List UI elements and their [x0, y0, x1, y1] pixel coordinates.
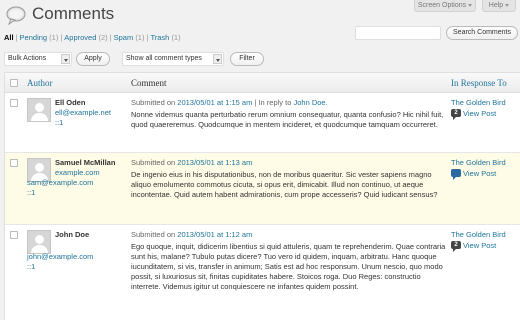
apply-button[interactable]: Apply: [76, 52, 110, 66]
filter-all[interactable]: All: [4, 33, 14, 42]
view-post-link[interactable]: View Post: [463, 169, 496, 178]
submitted-prefix: Submitted on: [131, 158, 178, 167]
reply-to-link[interactable]: John Doe.: [293, 98, 327, 107]
row-checkbox[interactable]: [10, 231, 18, 239]
submitted-prefix: Submitted on: [131, 98, 178, 107]
filter-approved-count: (2): [98, 33, 108, 42]
search-comments-button[interactable]: Search Comments: [446, 26, 518, 40]
filter-separator: |: [15, 33, 18, 42]
filter-spam-count: (1): [135, 33, 145, 42]
comment-count-badge[interactable]: 2: [451, 109, 461, 120]
chevron-down-icon: [61, 54, 70, 64]
comment-date-link[interactable]: 2013/05/01 at 1:13 am: [177, 158, 252, 167]
author-email-link[interactable]: sam@example.com: [27, 178, 93, 187]
avatar: [27, 98, 51, 122]
filter-separator: |: [60, 33, 63, 42]
author-url-link[interactable]: example.com: [55, 168, 100, 177]
response-post-link[interactable]: The Golden Bird: [451, 230, 506, 239]
chevron-down-icon: [213, 54, 222, 64]
avatar-head: [35, 235, 44, 244]
filter-trash[interactable]: Trash (1): [150, 33, 180, 42]
filter-trash-label: Trash: [150, 33, 170, 42]
submitted-info: Submitted on 2013/05/01 at 1:12 am: [131, 230, 252, 239]
screen-options-button[interactable]: Screen Options: [414, 0, 476, 12]
row-checkbox[interactable]: [10, 159, 18, 167]
select-all-checkbox[interactable]: [10, 79, 18, 87]
filter-button[interactable]: Filter: [230, 52, 264, 66]
help-label: Help: [488, 2, 504, 9]
author-name: John Doe: [55, 230, 90, 239]
author-name: Samuel McMillan: [55, 158, 116, 167]
comment-count-badge[interactable]: [451, 169, 461, 180]
table-row: Ell Oden ell@example.net ::1 Submitted o…: [5, 93, 520, 153]
filter-separator: |: [146, 33, 149, 42]
author-ip-link[interactable]: ::1: [55, 118, 63, 127]
submitted-info: Submitted on 2013/05/01 at 1:15 am | In …: [131, 98, 328, 107]
reply-prefix: | In reply to: [252, 98, 294, 107]
comment-date-link[interactable]: 2013/05/01 at 1:15 am: [177, 98, 252, 107]
bulk-actions-select[interactable]: Bulk Actions: [4, 52, 72, 66]
author-name: Ell Oden: [55, 98, 86, 107]
column-comment: Comment: [131, 78, 167, 88]
avatar-head: [35, 163, 44, 172]
status-filter-links: All | Pending (1) | Approved (2) | Spam (1) | Tr…: [4, 33, 181, 42]
chevron-down-icon: [505, 3, 510, 7]
bulk-actions-value: Bulk Actions: [8, 55, 47, 62]
filter-spam[interactable]: Spam (1): [114, 33, 145, 42]
submitted-info: Submitted on 2013/05/01 at 1:13 am: [131, 158, 252, 167]
submitted-prefix: Submitted on: [131, 230, 178, 239]
author-email-link[interactable]: john@example.com: [27, 252, 93, 261]
avatar-head: [35, 103, 44, 112]
comments-icon: [6, 6, 26, 25]
view-post-link[interactable]: View Post: [463, 109, 496, 118]
page-title: Comments: [32, 4, 115, 23]
column-in-response-to[interactable]: In Response To: [451, 78, 507, 88]
author-ip-link[interactable]: ::1: [27, 262, 35, 271]
comment-type-select[interactable]: Show all comment types: [122, 52, 224, 66]
filter-pending[interactable]: Pending (1): [20, 33, 59, 42]
screen-options-label: Screen Options: [417, 2, 467, 9]
page-header: Comments Screen Options Help: [0, 0, 520, 30]
filter-pending-label: Pending: [19, 33, 48, 42]
row-checkbox[interactable]: [10, 99, 18, 107]
filter-approved-label: Approved: [64, 33, 97, 42]
view-post-link[interactable]: View Post: [463, 241, 496, 250]
response-post-link[interactable]: The Golden Bird: [451, 158, 506, 167]
search-input[interactable]: [355, 26, 441, 40]
filter-separator: |: [109, 33, 112, 42]
comment-text: Ego quoque, inquit, didicerim libentius …: [131, 242, 446, 291]
comments-table: Author Comment In Response To Ell Oden e…: [4, 72, 520, 320]
table-row: Samuel McMillan example.com sam@example.…: [5, 153, 520, 225]
table-header: Author Comment In Response To: [5, 73, 520, 93]
comment-type-value: Show all comment types: [126, 55, 202, 62]
comment-date-link[interactable]: 2013/05/01 at 1:12 am: [177, 230, 252, 239]
filter-pending-count: (1): [49, 33, 59, 42]
help-button[interactable]: Help: [482, 0, 516, 12]
column-author[interactable]: Author: [27, 78, 53, 88]
author-ip-link[interactable]: ::1: [27, 188, 35, 197]
comment-text: Nonne videmus quanta perturbatio rerum o…: [131, 110, 444, 129]
avatar: [27, 230, 51, 254]
chevron-down-icon: [468, 3, 473, 7]
table-row: John Doe john@example.com ::1 Submitted …: [5, 225, 520, 320]
author-email-link[interactable]: ell@example.net: [55, 108, 111, 117]
comment-count-badge[interactable]: 2: [451, 241, 461, 252]
filter-trash-count: (1): [171, 33, 181, 42]
filter-approved[interactable]: Approved (2): [64, 33, 107, 42]
comment-text: De ingenio eius in his disputationibus, …: [131, 170, 438, 199]
avatar-body: [31, 113, 48, 121]
filter-spam-label: Spam: [113, 33, 134, 42]
response-post-link[interactable]: The Golden Bird: [451, 98, 506, 107]
